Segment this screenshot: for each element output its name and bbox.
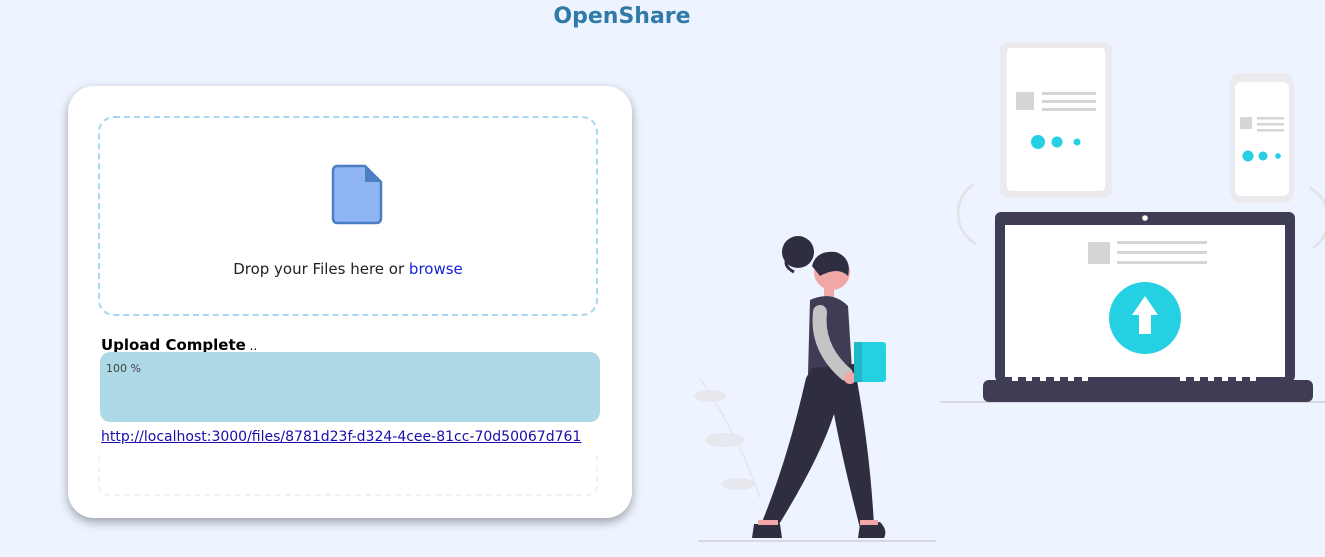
upload-status-suffix: .. [245, 339, 258, 353]
drop-text: Drop your Files here or [233, 260, 409, 278]
link-box [98, 452, 598, 496]
drop-instructions: Drop your Files here or browse [100, 260, 596, 278]
progress-bar: 100 % [100, 352, 600, 422]
browse-link[interactable]: browse [409, 260, 463, 278]
app-title: OpenShare [553, 4, 691, 29]
progress-fill [100, 352, 600, 422]
file-icon [331, 164, 383, 225]
share-link[interactable]: http://localhost:3000/files/8781d23f-d32… [101, 429, 581, 445]
drop-zone[interactable]: Drop your Files here or browse [98, 116, 598, 316]
upload-illustration [694, 42, 1325, 542]
progress-percent: 100 % [106, 362, 141, 375]
upload-card: Drop your Files here or browse Upload Co… [68, 86, 632, 518]
